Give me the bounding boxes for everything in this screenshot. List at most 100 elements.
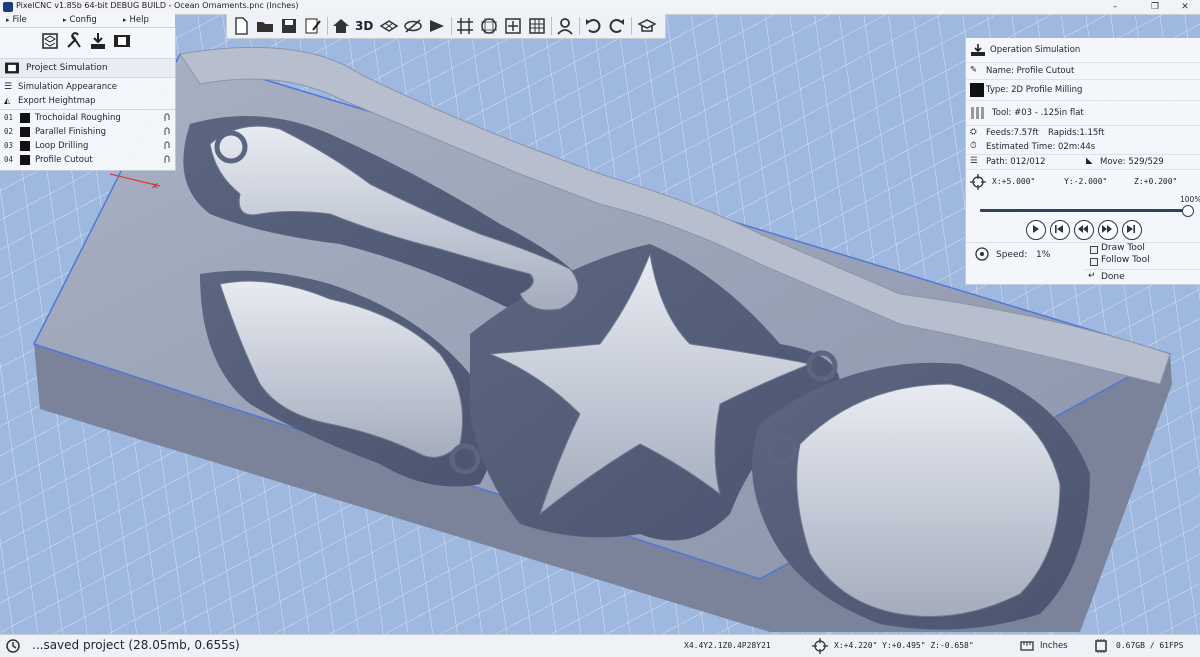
skip-end-button[interactable]: [1122, 220, 1142, 240]
rewind-icon: [1078, 225, 1088, 233]
flat-endmill-icon: [971, 107, 984, 119]
toolbar-separator: [579, 17, 580, 35]
operation-row[interactable]: 03 Loop Drilling: [0, 139, 175, 153]
play-button[interactable]: [1026, 220, 1046, 240]
project-panel: Project Simulation ☰ Simulation Appearan…: [0, 28, 176, 171]
menu-help[interactable]: ▸ Help: [123, 15, 149, 25]
user-pair-icon[interactable]: [555, 16, 575, 36]
redo-icon[interactable]: [607, 16, 627, 36]
step-back-button[interactable]: [1074, 220, 1094, 240]
play-icon: [1033, 225, 1039, 233]
grid-icon[interactable]: [455, 16, 475, 36]
setup-box-icon[interactable]: [503, 16, 523, 36]
status-message: ...saved project (28.05mb, 0.655s): [32, 638, 240, 652]
new-file-icon[interactable]: [231, 16, 251, 36]
coord-z: Z:+0.200": [1134, 177, 1178, 186]
skip-start-button[interactable]: [1050, 220, 1070, 240]
project-simulation-label: Project Simulation: [26, 63, 108, 73]
simulation-progress-slider[interactable]: [980, 209, 1188, 212]
wireframe-view-icon[interactable]: [379, 16, 399, 36]
toolbar-separator: [451, 17, 452, 35]
panel-header: Operation Simulation: [966, 38, 1200, 63]
edit-icon: ✎: [970, 65, 978, 75]
follow-tool-toggle[interactable]: Follow Tool: [1084, 255, 1200, 267]
menu-bar: ▸ File ▸ Config ▸ Help: [0, 14, 175, 28]
export-heightmap-item[interactable]: ◭ Export Heightmap: [0, 94, 175, 108]
film-icon: [5, 62, 19, 74]
operation-tool: Tool: #03 - .125in flat: [966, 101, 1200, 126]
done-button[interactable]: ↵ Done: [1084, 269, 1200, 284]
operation-name: ✎ Name: Profile Cutout: [966, 63, 1200, 80]
close-button[interactable]: ✕: [1168, 0, 1200, 14]
operation-row[interactable]: 01 Trochoidal Roughing: [0, 111, 175, 125]
skip-end-icon: [1127, 225, 1135, 233]
memory-chip-icon: [1095, 639, 1107, 653]
draw-tool-checkbox[interactable]: [1090, 246, 1098, 254]
window-title: PixelCNC v1.85b 64-bit DEBUG BUILD - Oce…: [16, 1, 299, 10]
tools-icon[interactable]: [64, 31, 84, 51]
coord-y: Y:-2.000": [1064, 177, 1108, 186]
open-folder-icon[interactable]: [255, 16, 275, 36]
follow-tool-checkbox[interactable]: [1090, 258, 1098, 266]
operation-icon: [20, 155, 30, 165]
draw-tool-toggle[interactable]: Draw Tool: [1084, 243, 1200, 255]
saved-icon: [6, 639, 20, 653]
operation-type: Type: 2D Profile Milling: [966, 80, 1200, 101]
paperclip-icon[interactable]: [163, 127, 171, 137]
film-icon[interactable]: [112, 31, 132, 51]
skip-start-icon: [1055, 225, 1063, 233]
simulation-appearance-item[interactable]: ☰ Simulation Appearance: [0, 80, 175, 94]
divider: [0, 109, 175, 110]
ruler-icon: [1020, 641, 1034, 651]
minimize-button[interactable]: –: [1098, 0, 1132, 14]
panel-tab-icons: [40, 31, 136, 53]
feeds-rapids: ⛭ Feeds:7.57ft Rapids:1.15ft: [970, 127, 1105, 138]
export-icon[interactable]: [88, 31, 108, 51]
origin-marker: ✕: [151, 182, 159, 192]
speed-value[interactable]: 1%: [1036, 250, 1050, 260]
profile-milling-icon: [970, 83, 984, 97]
project-simulation-row[interactable]: Project Simulation: [0, 58, 175, 78]
toolbar-separator: [327, 17, 328, 35]
paperclip-icon[interactable]: [163, 155, 171, 165]
save-icon[interactable]: [279, 16, 299, 36]
operation-row[interactable]: 02 Parallel Finishing: [0, 125, 175, 139]
clock-icon: ⏱: [970, 141, 977, 151]
path-move: ☰ Path: 012/012 ◣ Move: 529/529: [966, 155, 1200, 170]
heightmap-icon: ◭: [4, 96, 11, 105]
paperclip-icon[interactable]: [163, 141, 171, 151]
menu-config[interactable]: ▸ Config: [63, 15, 97, 25]
table-grid-icon[interactable]: [527, 16, 547, 36]
operation-icon: [20, 113, 30, 123]
scallop-relief: [796, 383, 1061, 617]
return-icon: ↵: [1088, 271, 1096, 281]
main-toolbar: 3D: [226, 14, 666, 39]
operation-row[interactable]: 04 Profile Cutout: [0, 153, 175, 167]
graduation-cap-icon[interactable]: [637, 16, 657, 36]
operation-icon: [20, 141, 30, 151]
cutaway-view-icon[interactable]: [427, 16, 447, 36]
tool-position: X:+5.000" Y:-2.000" Z:+0.200": [966, 170, 1200, 194]
3d-view-button[interactable]: 3D: [355, 16, 375, 36]
operation-icon: [20, 127, 30, 137]
toolbar-separator: [631, 17, 632, 35]
snap-grid-icon[interactable]: [479, 16, 499, 36]
feed-icon: ⛭: [970, 127, 977, 137]
crosshair-icon: [812, 638, 828, 654]
units-label[interactable]: Inches: [1040, 641, 1068, 651]
fast-forward-icon: [1102, 225, 1112, 233]
cursor-coordinates: X:+4.220" Y:+0.495" Z:-0.658": [834, 641, 974, 650]
step-forward-button[interactable]: [1098, 220, 1118, 240]
export-icon: [971, 44, 985, 56]
slider-handle[interactable]: [1182, 205, 1194, 217]
maximize-button[interactable]: ❐: [1138, 0, 1172, 14]
hide-view-icon[interactable]: [403, 16, 423, 36]
menu-file[interactable]: ▸ File: [6, 15, 27, 25]
speed-icon: [975, 247, 989, 261]
undo-icon[interactable]: [583, 16, 603, 36]
edit-project-icon[interactable]: [303, 16, 323, 36]
layers-icon[interactable]: [40, 31, 60, 51]
home-view-icon[interactable]: [331, 16, 351, 36]
paperclip-icon[interactable]: [163, 113, 171, 123]
toolbar-separator: [551, 17, 552, 35]
